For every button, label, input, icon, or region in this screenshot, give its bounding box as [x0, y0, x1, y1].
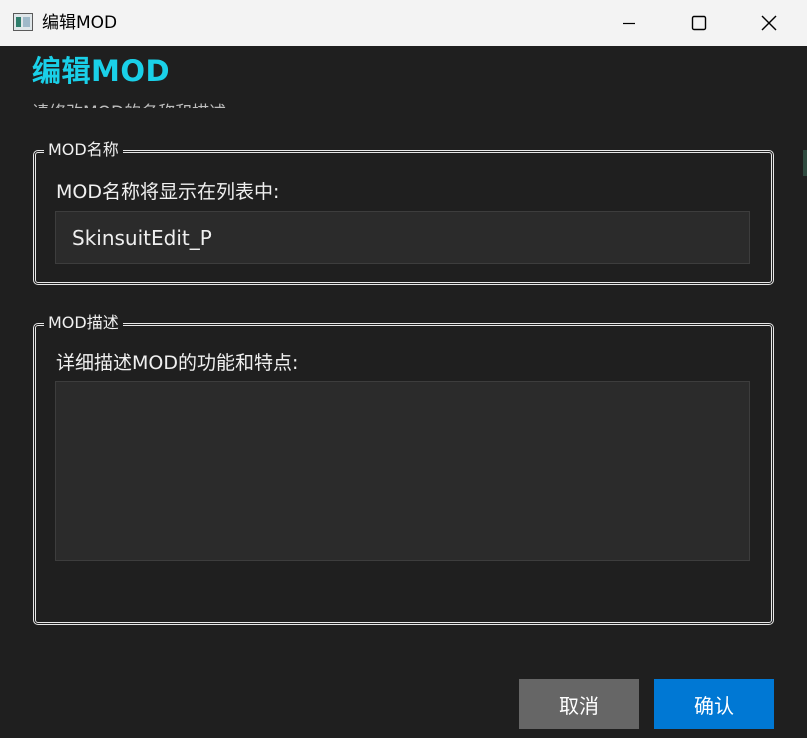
app-icon	[13, 13, 33, 31]
cancel-button[interactable]: 取消	[519, 679, 639, 729]
maximize-button[interactable]	[666, 0, 732, 46]
mod-desc-textarea[interactable]	[55, 381, 750, 561]
mod-name-group: MOD名称 MOD名称将显示在列表中:	[33, 139, 774, 285]
window-title: 编辑MOD	[42, 13, 118, 33]
mod-desc-legend: MOD描述	[44, 312, 123, 334]
mod-name-input[interactable]	[55, 211, 750, 264]
mod-name-label: MOD名称将显示在列表中:	[56, 181, 280, 203]
dialog-subheading: 请修改MOD的名称和描述	[32, 98, 226, 108]
minimize-icon	[623, 22, 635, 25]
minimize-button[interactable]	[596, 0, 662, 46]
dialog-heading: 编辑MOD	[32, 54, 171, 88]
subheading-clip: 请修改MOD的名称和描述	[32, 98, 432, 108]
title-bar: 编辑MOD	[0, 0, 807, 46]
mod-name-legend: MOD名称	[44, 139, 123, 161]
close-button[interactable]	[736, 0, 802, 46]
close-icon	[761, 15, 777, 31]
confirm-button[interactable]: 确认	[654, 679, 774, 729]
mod-desc-label: 详细描述MOD的功能和特点:	[56, 352, 299, 374]
maximize-icon	[691, 15, 707, 31]
mod-desc-group: MOD描述 详细描述MOD的功能和特点:	[33, 312, 774, 625]
window-edge-mark	[803, 150, 807, 176]
dialog-content: 编辑MOD 请修改MOD的名称和描述 MOD名称 MOD名称将显示在列表中: M…	[0, 46, 807, 738]
